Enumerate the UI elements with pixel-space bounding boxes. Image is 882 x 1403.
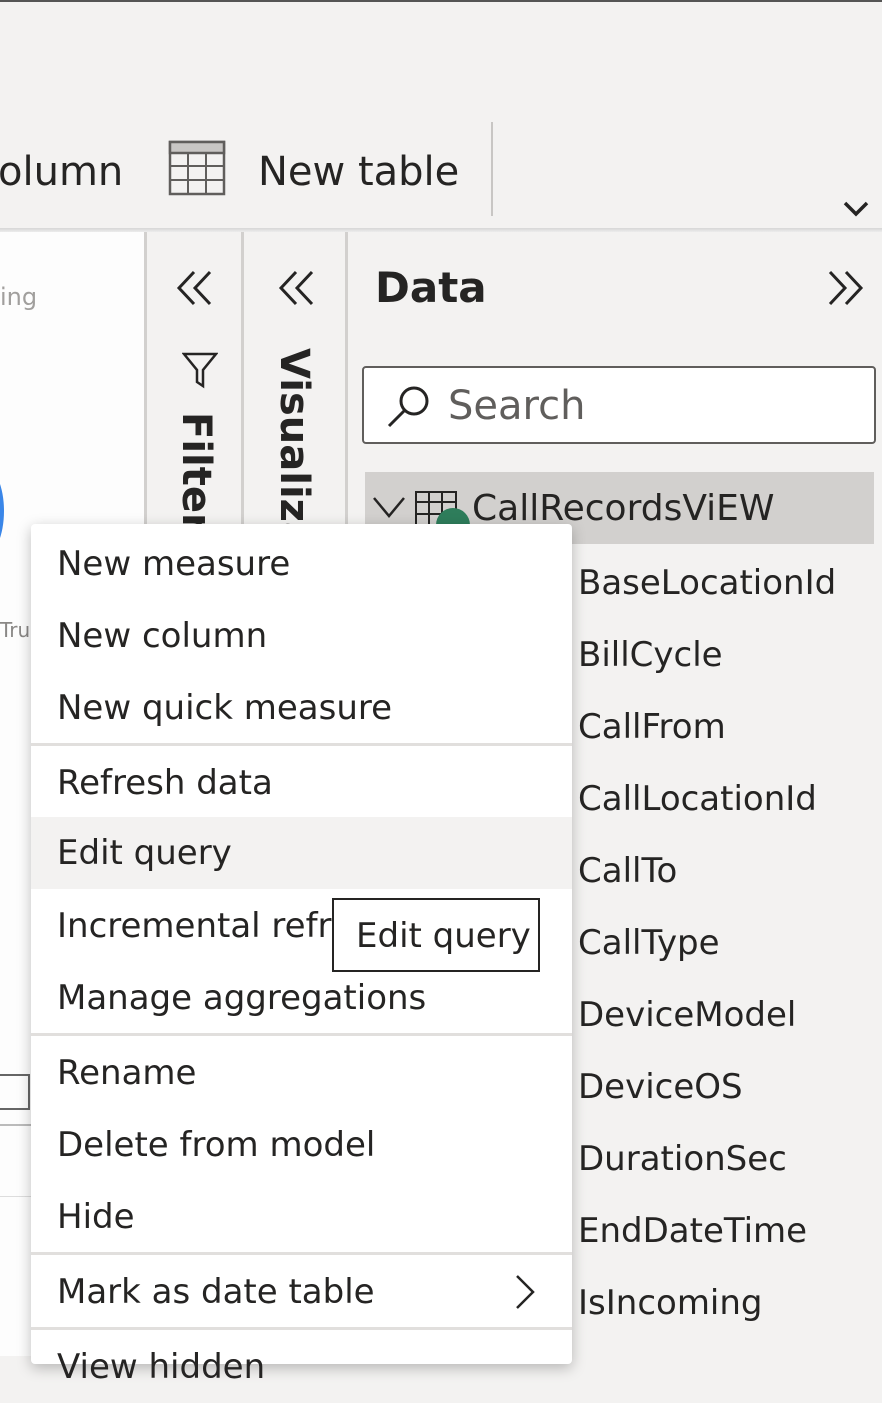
menu-item-new-measure[interactable]: New measure [31, 528, 572, 600]
tooltip-text: Edit query [356, 916, 531, 956]
table-icon [168, 140, 226, 196]
field-item[interactable]: CallTo [578, 849, 677, 893]
chevron-double-left-icon [278, 270, 314, 306]
menu-item-mark-as-date-table[interactable]: Mark as date table [31, 1256, 572, 1328]
field-item[interactable]: CallLocationId [578, 777, 817, 821]
menu-item-label: Rename [57, 1053, 197, 1093]
menu-item-label: Edit query [57, 833, 232, 873]
canvas-hint-text: ing [0, 283, 38, 311]
chevron-right-icon [516, 1275, 535, 1309]
menu-item-new-quick-measure[interactable]: New quick measure [31, 672, 572, 744]
ribbon-separator [491, 122, 493, 216]
field-item[interactable]: EndDateTime [578, 1209, 807, 1253]
menu-item-manage-aggregations[interactable]: Manage aggregations [31, 962, 572, 1034]
menu-item-label: Delete from model [57, 1125, 376, 1165]
search-placeholder: Search [448, 383, 586, 429]
menu-item-label: New measure [57, 544, 291, 584]
menu-item-label: View hidden [57, 1347, 266, 1387]
menu-item-edit-query[interactable]: Edit query [31, 817, 572, 889]
menu-item-label: New column [57, 616, 268, 656]
menu-item-hide[interactable]: Hide [31, 1181, 572, 1253]
field-item[interactable]: DeviceModel [578, 993, 796, 1037]
chevron-down-icon [843, 201, 869, 217]
field-item[interactable]: CallType [578, 921, 720, 965]
menu-separator [31, 743, 572, 746]
search-input[interactable] [362, 366, 876, 444]
menu-item-view-hidden[interactable]: View hidden [31, 1331, 572, 1403]
field-item[interactable]: BaseLocationId [578, 561, 836, 605]
menu-separator [31, 1252, 572, 1255]
chevron-double-right-icon [828, 270, 864, 306]
field-item[interactable]: DeviceOS [578, 1065, 743, 1109]
field-item[interactable]: IsIncoming [578, 1281, 763, 1325]
chevron-double-left-icon [176, 270, 212, 306]
menu-item-label: Mark as date table [57, 1272, 375, 1312]
menu-separator [31, 1327, 572, 1330]
field-item[interactable]: CallFrom [578, 705, 726, 749]
chevron-down-icon[interactable] [372, 494, 406, 524]
filter-icon [181, 350, 219, 394]
ribbon-expand-button[interactable] [842, 196, 870, 224]
menu-item-label: New quick measure [57, 688, 393, 728]
field-item[interactable]: BillCycle [578, 633, 723, 677]
visual-icon [0, 1074, 30, 1110]
menu-item-label: Manage aggregations [57, 978, 427, 1018]
menu-item-rename[interactable]: Rename [31, 1037, 572, 1109]
menu-separator [31, 1033, 572, 1036]
tooltip: Edit query [332, 898, 540, 972]
menu-item-label: Hide [57, 1197, 135, 1237]
field-item[interactable]: DurationSec [578, 1137, 787, 1181]
menu-item-new-column[interactable]: New column [31, 600, 572, 672]
collapse-data-pane-button[interactable] [826, 268, 866, 312]
new-table-label: New table [258, 149, 460, 195]
menu-item-delete-from-model[interactable]: Delete from model [31, 1109, 572, 1181]
new-column-label: olumn [0, 149, 124, 195]
menu-item-refresh-data[interactable]: Refresh data [31, 747, 572, 819]
expand-visualizations-button[interactable] [276, 268, 316, 315]
new-column-button[interactable]: olumn [0, 148, 123, 196]
data-pane-title: Data [375, 263, 487, 312]
canvas-true-text: Tru [0, 618, 31, 642]
expand-filters-button[interactable] [174, 268, 214, 315]
search-icon [386, 384, 432, 434]
menu-item-label: Refresh data [57, 763, 273, 803]
